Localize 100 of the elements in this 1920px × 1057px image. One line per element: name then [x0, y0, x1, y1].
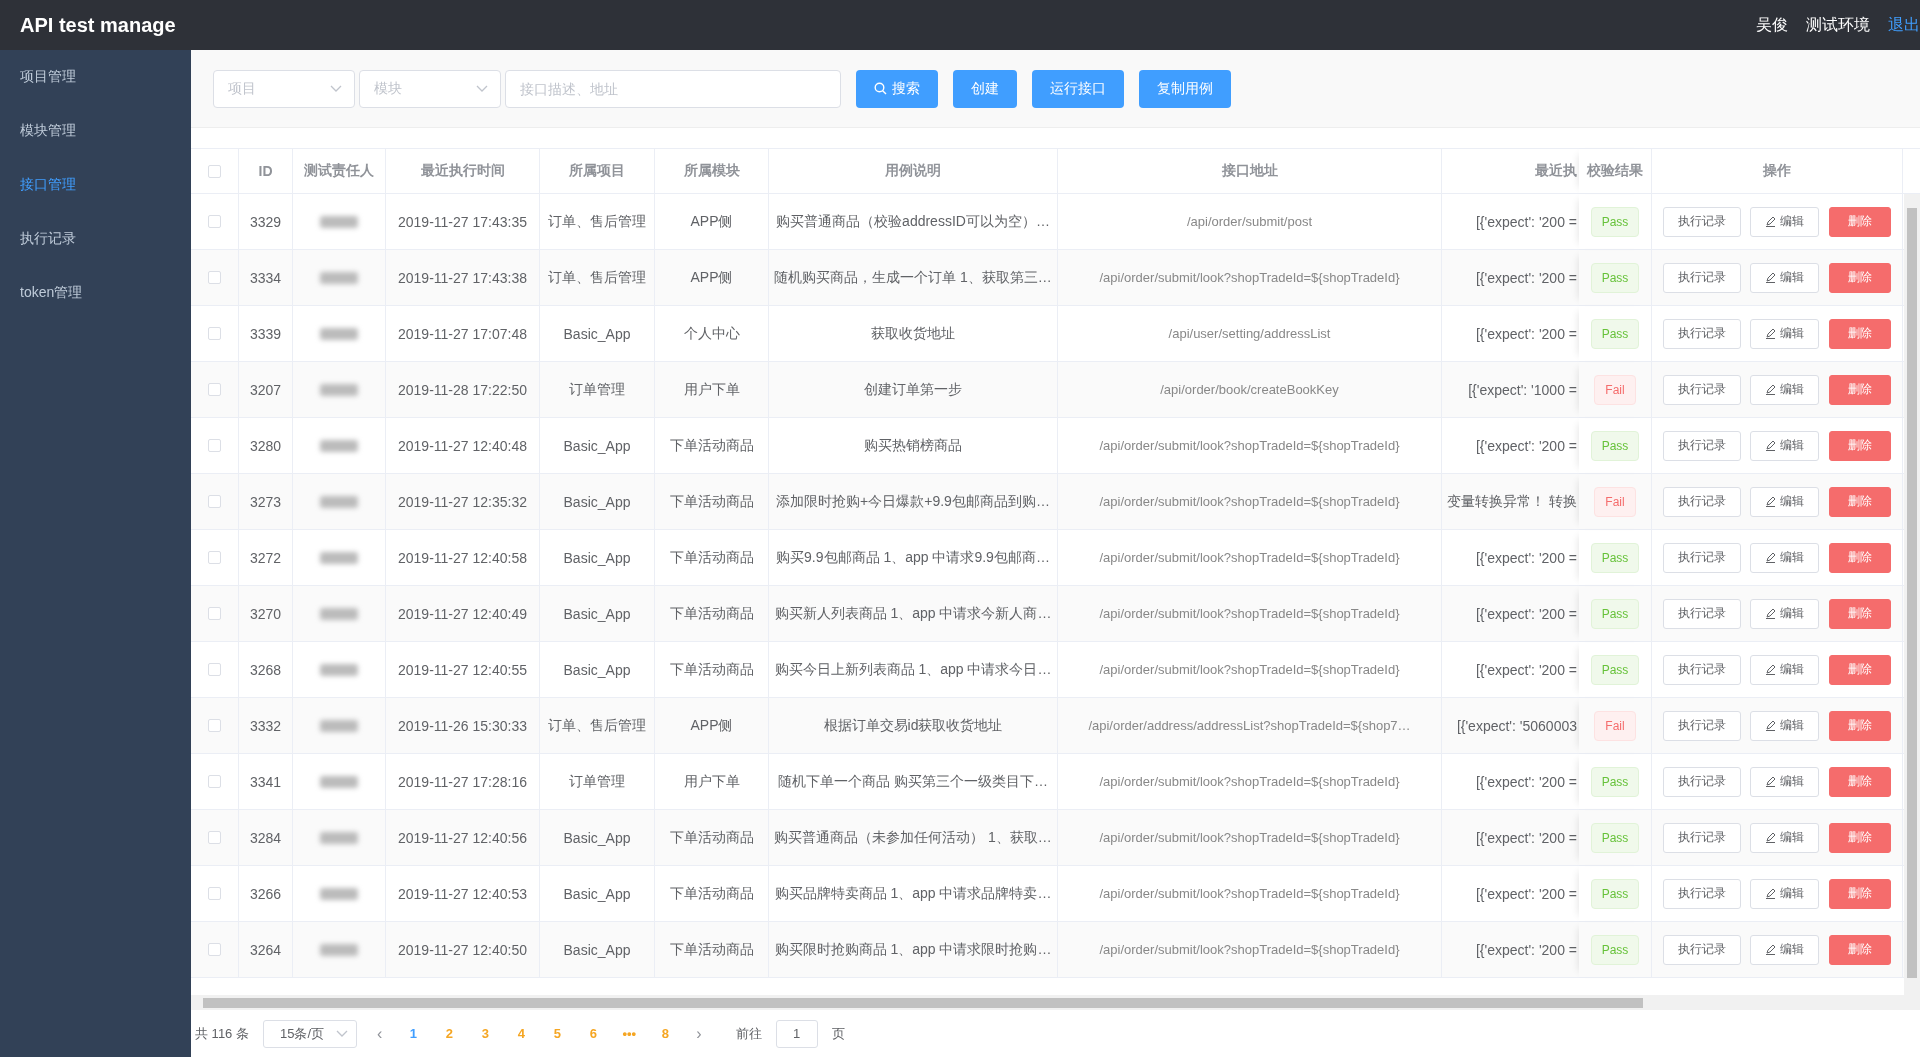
sidebar-item[interactable]: 模块管理: [0, 104, 191, 158]
edit-button[interactable]: 编辑: [1750, 374, 1820, 405]
table-cell: 3272: [249, 549, 282, 566]
run-log-button[interactable]: 执行记录: [1662, 878, 1741, 909]
run-log-button[interactable]: 执行记录: [1662, 206, 1741, 237]
edit-button[interactable]: 编辑: [1750, 766, 1820, 797]
table-cell: APP侧: [690, 212, 733, 231]
edit-button[interactable]: 编辑: [1750, 878, 1820, 909]
sidebar-item[interactable]: 执行记录: [0, 212, 191, 266]
status-tag: Pass: [1590, 654, 1640, 685]
table-cell: 下单活动商品: [669, 436, 754, 455]
row-checkbox[interactable]: [208, 719, 221, 732]
status-tag: Fail: [1594, 374, 1636, 405]
table-cell: Basic_App: [563, 661, 631, 678]
table-cell: /api/order/book/createBookKey: [1160, 382, 1339, 397]
table-cell: 3329: [249, 213, 282, 230]
run-log-button[interactable]: 执行记录: [1662, 766, 1741, 797]
table-cell: 2019-11-27 12:40:49: [398, 605, 527, 622]
vertical-scrollbar[interactable]: [1904, 194, 1920, 995]
edit-button[interactable]: 编辑: [1750, 654, 1820, 685]
run-log-button[interactable]: 执行记录: [1662, 262, 1741, 293]
row-checkbox[interactable]: [208, 271, 221, 284]
run-log-button[interactable]: 执行记录: [1662, 374, 1741, 405]
table-cell: Basic_App: [563, 829, 631, 846]
pencil-icon: [1765, 552, 1777, 563]
column-header: 操作: [1763, 162, 1791, 180]
user-name[interactable]: 吴俊: [1756, 14, 1788, 36]
table-cell: 购买普通商品（校验addressID可以为空）…: [776, 212, 1050, 231]
edit-button[interactable]: 编辑: [1750, 598, 1820, 629]
redacted-name: [320, 551, 358, 564]
table-cell: 2019-11-27 12:40:48: [398, 437, 527, 454]
run-log-button[interactable]: 执行记录: [1662, 430, 1741, 461]
pencil-icon: [1765, 384, 1777, 395]
table-cell: /api/user/setting/addressList: [1168, 326, 1331, 341]
run-log-button[interactable]: 执行记录: [1662, 934, 1741, 965]
page-size-select[interactable]: 15条/页: [262, 1019, 357, 1048]
run-log-button[interactable]: 执行记录: [1662, 486, 1741, 517]
run-log-button[interactable]: 执行记录: [1662, 654, 1741, 685]
redacted-name: [320, 439, 358, 452]
edit-button[interactable]: 编辑: [1750, 430, 1820, 461]
table-cell: 2019-11-27 12:40:53: [398, 885, 527, 902]
redacted-name: [320, 327, 358, 340]
run-log-button[interactable]: 执行记录: [1662, 318, 1741, 349]
row-checkbox[interactable]: [208, 887, 221, 900]
row-checkbox[interactable]: [208, 663, 221, 676]
pencil-icon: [1765, 944, 1777, 955]
edit-button[interactable]: 编辑: [1750, 318, 1820, 349]
pencil-icon: [1765, 720, 1777, 731]
row-checkbox[interactable]: [208, 215, 221, 228]
table-cell: 创建订单第一步: [864, 380, 962, 399]
run-log-button[interactable]: 执行记录: [1662, 822, 1741, 853]
edit-button[interactable]: 编辑: [1750, 934, 1820, 965]
column-header: 测试责任人: [304, 162, 374, 180]
table-cell: [{'expect': '200 =: [1475, 773, 1577, 790]
goto-label: 前往: [735, 1024, 762, 1043]
row-checkbox[interactable]: [208, 383, 221, 396]
row-checkbox[interactable]: [208, 327, 221, 340]
sidebar-item[interactable]: token管理: [0, 266, 191, 320]
page-input[interactable]: 1: [775, 1019, 818, 1048]
pencil-icon: [1765, 216, 1777, 227]
table-cell: Basic_App: [563, 941, 631, 958]
pencil-icon: [1765, 328, 1777, 339]
row-checkbox[interactable]: [208, 495, 221, 508]
table-cell: 下单活动商品: [669, 492, 754, 511]
logout-link[interactable]: 退出: [1888, 14, 1920, 36]
row-checkbox[interactable]: [208, 831, 221, 844]
sidebar-item[interactable]: 项目管理: [0, 50, 191, 104]
row-checkbox[interactable]: [208, 943, 221, 956]
search-icon: [874, 82, 887, 95]
column-header: 最近执: [1535, 162, 1577, 180]
edit-button[interactable]: 编辑: [1750, 542, 1820, 573]
horizontal-scrollbar[interactable]: [191, 995, 1920, 1010]
run-log-button[interactable]: 执行记录: [1662, 598, 1741, 629]
select-all-checkbox[interactable]: [208, 164, 221, 178]
pencil-icon: [1765, 776, 1777, 787]
edit-button[interactable]: 编辑: [1750, 710, 1820, 741]
table-cell: 3273: [249, 493, 282, 510]
edit-button[interactable]: 编辑: [1750, 206, 1820, 237]
row-checkbox[interactable]: [208, 775, 221, 788]
total-count: 共 116 条: [195, 1024, 249, 1043]
run-log-button[interactable]: 执行记录: [1662, 542, 1741, 573]
edit-button[interactable]: 编辑: [1750, 486, 1820, 517]
row-checkbox[interactable]: [208, 551, 221, 564]
edit-button[interactable]: 编辑: [1750, 262, 1820, 293]
table-cell: Basic_App: [563, 325, 631, 342]
row-checkbox[interactable]: [208, 607, 221, 620]
status-tag: Fail: [1594, 710, 1636, 741]
table-cell: /api/order/submit/look?shopTradeId=${shopTradeId}: [1099, 494, 1400, 509]
environment-label[interactable]: 测试环境: [1806, 14, 1870, 36]
table-cell: 2019-11-27 17:43:38: [398, 269, 527, 286]
redacted-name: [320, 943, 358, 956]
table-cell: /api/order/submit/look?shopTradeId=${shopTradeId}: [1099, 830, 1400, 845]
edit-button[interactable]: 编辑: [1750, 822, 1820, 853]
run-log-button[interactable]: 执行记录: [1662, 710, 1741, 741]
sidebar-item[interactable]: 接口管理: [0, 158, 191, 212]
row-checkbox[interactable]: [208, 439, 221, 452]
table-cell: 获取收货地址: [871, 324, 955, 343]
status-tag: Pass: [1590, 262, 1640, 293]
table-cell: 订单、售后管理: [548, 268, 646, 287]
table-cell: 3339: [249, 325, 282, 342]
